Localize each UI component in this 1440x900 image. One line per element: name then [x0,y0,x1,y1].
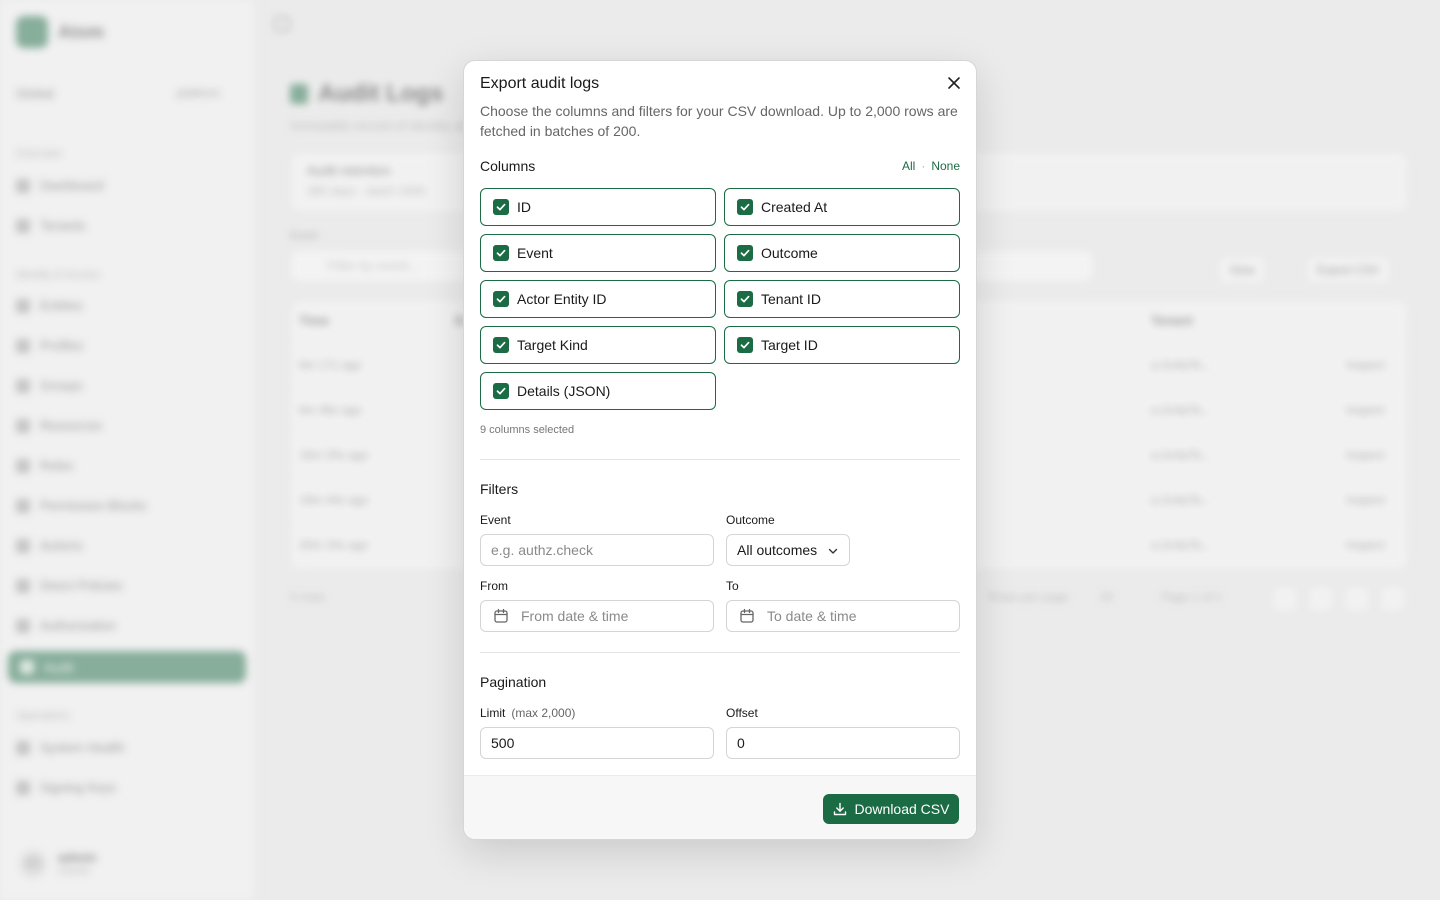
check-icon [740,203,750,211]
check-icon [740,341,750,349]
checkbox[interactable] [737,337,753,353]
checkbox[interactable] [493,291,509,307]
column-option-label: ID [517,199,531,215]
offset-label: Offset [726,706,758,720]
download-csv-label: Download CSV [854,801,950,817]
column-option-label: Actor Entity ID [517,291,607,307]
columns-section-title: Columns [480,158,536,174]
checkbox[interactable] [493,245,509,261]
close-button[interactable] [944,75,964,95]
check-icon [740,295,750,303]
limit-label: Limit (max 2,000) [480,706,575,720]
filters-section-title: Filters [480,481,519,497]
from-label: From [480,579,508,593]
to-date-placeholder: To date & time [767,608,857,624]
download-icon [833,802,846,816]
column-option-label: Created At [761,199,828,215]
offset-input[interactable] [726,727,960,759]
download-csv-button[interactable]: Download CSV [823,794,959,824]
outcome-label: Outcome [726,513,775,527]
check-icon [740,249,750,257]
from-date-placeholder: From date & time [521,608,629,624]
to-label: To [726,579,739,593]
column-option-label: Event [517,245,553,261]
dialog-title: Export audit logs [480,75,600,92]
calendar-icon [739,608,755,624]
from-date-picker[interactable]: From date & time [480,600,714,632]
column-option-details-json[interactable]: Details (JSON) [480,372,716,410]
check-icon [496,295,506,303]
dialog-footer: Download CSV [464,775,976,839]
check-icon [496,341,506,349]
checkbox[interactable] [737,199,753,215]
column-option-label: Target Kind [517,337,588,353]
divider [480,652,960,653]
limit-hint: (max 2,000) [511,706,576,720]
outcome-select[interactable]: All outcomes [726,534,850,566]
column-option-id[interactable]: ID [480,188,716,226]
checkbox[interactable] [493,337,509,353]
check-icon [496,203,506,211]
checkbox[interactable] [493,199,509,215]
column-option-outcome[interactable]: Outcome [724,234,960,272]
column-option-actor-entity-id[interactable]: Actor Entity ID [480,280,716,318]
checkbox[interactable] [737,291,753,307]
outcome-selected-value: All outcomes [737,542,818,558]
column-option-tenant-id[interactable]: Tenant ID [724,280,960,318]
close-icon [948,77,960,89]
limit-input[interactable] [480,727,714,759]
divider [480,459,960,460]
column-option-created-at[interactable]: Created At [724,188,960,226]
select-none-link[interactable]: None [931,159,960,173]
select-all-link[interactable]: All [902,159,915,173]
export-dialog: Export audit logs Choose the columns and… [463,60,977,840]
column-select-links: All · None [902,159,960,173]
check-icon [496,249,506,257]
check-icon [496,387,506,395]
column-option-event[interactable]: Event [480,234,716,272]
column-option-label: Tenant ID [761,291,821,307]
event-filter-input[interactable] [480,534,714,566]
checkbox[interactable] [493,383,509,399]
chevron-down-icon [828,548,838,554]
pagination-section-title: Pagination [480,674,547,690]
limit-label-text: Limit [480,706,506,720]
column-option-label: Target ID [761,337,818,353]
dialog-description: Choose the columns and filters for your … [480,103,958,139]
column-option-label: Outcome [761,245,818,261]
calendar-icon [493,608,509,624]
column-option-target-id[interactable]: Target ID [724,326,960,364]
selected-count: 9 columns selected [480,424,575,436]
link-separator: · [921,159,926,173]
event-label: Event [480,513,511,527]
to-date-picker[interactable]: To date & time [726,600,960,632]
checkbox[interactable] [737,245,753,261]
column-option-target-kind[interactable]: Target Kind [480,326,716,364]
column-option-label: Details (JSON) [517,383,611,399]
